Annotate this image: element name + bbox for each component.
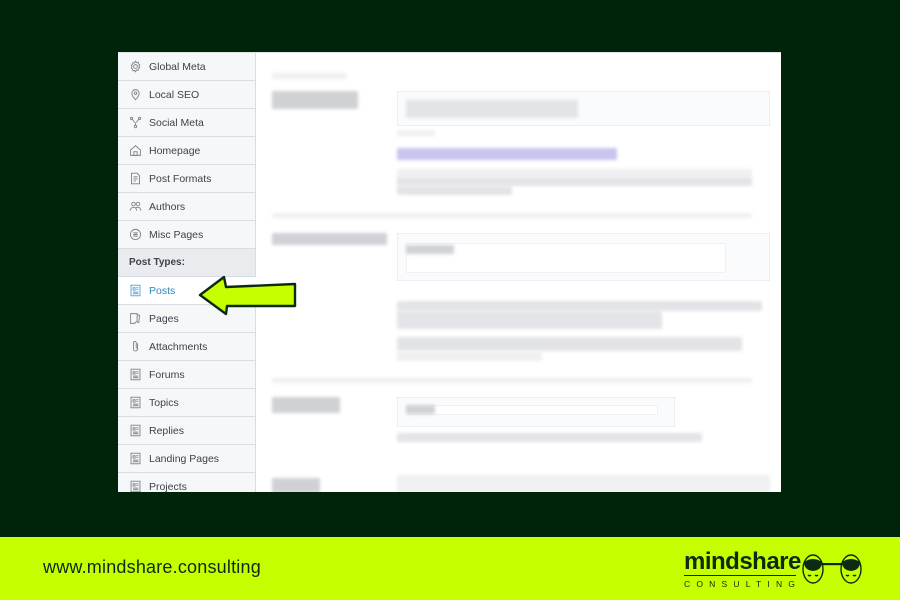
blurred-text <box>397 177 752 186</box>
sidebar-item-label: Social Meta <box>149 116 204 129</box>
document-icon <box>129 172 142 185</box>
blurred-input-inner <box>406 405 658 415</box>
home-icon <box>129 144 142 157</box>
blurred-text <box>397 130 435 136</box>
sidebar-item-misc-pages[interactable]: Misc Pages <box>118 221 255 249</box>
sidebar-item-authors[interactable]: Authors <box>118 193 255 221</box>
sidebar-item-label: Landing Pages <box>149 452 220 465</box>
mindshare-logo: mindshare CONSULTING <box>684 548 862 589</box>
share-nodes-icon <box>129 116 142 129</box>
sidebar-item-label: Misc Pages <box>149 228 204 241</box>
blurred-text <box>397 186 512 195</box>
gear-icon <box>129 60 142 73</box>
blurred-textarea-inner <box>406 243 726 273</box>
screenshot-panel: Global Meta Local SEO Social Meta Homepa… <box>118 52 781 492</box>
blurred-text <box>397 301 762 311</box>
post-icon <box>129 424 142 437</box>
blurred-text <box>397 337 742 351</box>
glasses-faces-icon <box>802 554 862 584</box>
logo-subtitle: CONSULTING <box>684 579 802 589</box>
users-icon <box>129 200 142 213</box>
blurred-input-value <box>406 405 435 414</box>
logo-wordmark: mindshare <box>684 548 801 575</box>
list-circle-icon <box>129 228 142 241</box>
sidebar-item-label: Projects <box>149 480 187 493</box>
location-pin-icon <box>129 88 142 101</box>
paperclip-icon <box>129 340 142 353</box>
website-url[interactable]: www.mindshare.consulting <box>43 557 261 578</box>
sidebar-item-post-formats[interactable]: Post Formats <box>118 165 255 193</box>
sidebar-item-replies[interactable]: Replies <box>118 417 255 445</box>
post-icon <box>129 452 142 465</box>
settings-sidebar: Global Meta Local SEO Social Meta Homepa… <box>118 53 256 492</box>
blurred-field-label <box>272 478 320 492</box>
post-icon <box>129 368 142 381</box>
blurred-text <box>397 433 702 442</box>
sidebar-item-label: Attachments <box>149 340 208 353</box>
post-icon <box>129 480 142 492</box>
blurred-text <box>397 311 662 329</box>
sidebar-item-label: Topics <box>149 396 179 409</box>
sidebar-item-landing-pages[interactable]: Landing Pages <box>118 445 255 473</box>
sidebar-item-label: Posts <box>149 284 176 297</box>
sidebar-item-projects[interactable]: Projects <box>118 473 255 492</box>
blurred-settings-content <box>256 53 781 492</box>
sidebar-item-label: Local SEO <box>149 88 200 101</box>
blurred-text <box>397 351 542 361</box>
blurred-text <box>397 169 752 177</box>
branding-footer: www.mindshare.consulting mindshare CONSU… <box>0 537 900 600</box>
sidebar-item-label: Homepage <box>149 144 201 157</box>
sidebar-item-label: Replies <box>149 424 185 437</box>
blurred-divider <box>272 213 752 218</box>
blurred-input-field[interactable] <box>397 475 770 492</box>
blurred-field-label <box>272 397 340 413</box>
sidebar-item-label: Pages <box>149 312 179 325</box>
sidebar-item-homepage[interactable]: Homepage <box>118 137 255 165</box>
sidebar-item-local-seo[interactable]: Local SEO <box>118 81 255 109</box>
blurred-section-title <box>272 73 347 79</box>
post-icon <box>129 396 142 409</box>
blurred-input-value <box>406 245 454 254</box>
blurred-link[interactable] <box>397 148 617 160</box>
logo-divider <box>684 575 796 576</box>
pages-icon <box>129 312 142 325</box>
sidebar-item-attachments[interactable]: Attachments <box>118 333 255 361</box>
sidebar-item-forums[interactable]: Forums <box>118 361 255 389</box>
blurred-input-value <box>406 100 578 118</box>
post-icon <box>129 284 142 297</box>
blurred-divider <box>272 378 752 383</box>
sidebar-item-social-meta[interactable]: Social Meta <box>118 109 255 137</box>
sidebar-item-label: Post Formats <box>149 172 212 185</box>
sidebar-item-label: Forums <box>149 368 185 381</box>
sidebar-item-topics[interactable]: Topics <box>118 389 255 417</box>
sidebar-item-label: Authors <box>149 200 186 213</box>
pointer-arrow-annotation <box>198 275 297 316</box>
blurred-field-label <box>272 91 358 109</box>
blurred-field-label <box>272 233 387 245</box>
sidebar-item-global-meta[interactable]: Global Meta <box>118 53 255 81</box>
post-types-heading: Post Types: <box>118 249 255 277</box>
sidebar-item-label: Global Meta <box>149 60 206 73</box>
